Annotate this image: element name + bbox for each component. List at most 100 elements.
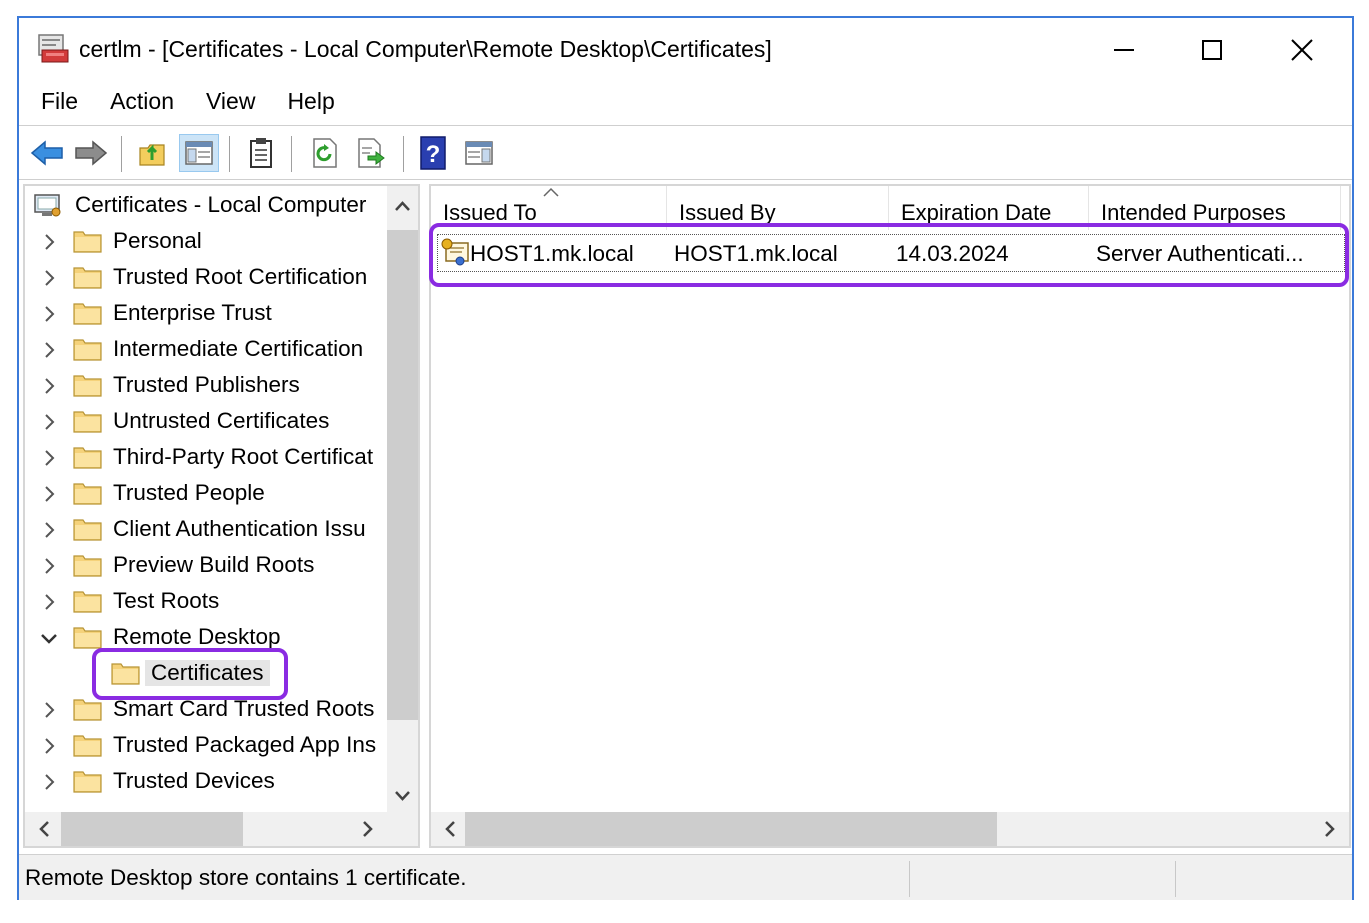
tree-item-label: Trusted Root Certification (113, 264, 368, 289)
tree-item-trusted-root-certification[interactable]: Trusted Root Certification (25, 260, 395, 296)
folder-icon (73, 732, 103, 758)
chevron-right-icon[interactable] (39, 374, 59, 398)
column-header-issued-by[interactable]: Issued By (667, 186, 889, 230)
tree-item-remote-desktop[interactable]: Remote Desktop (25, 620, 395, 656)
refresh-button[interactable] (305, 134, 345, 172)
tree-item-personal[interactable]: Personal (25, 224, 395, 260)
tree-horizontal-scrollbar[interactable] (25, 812, 418, 846)
chevron-right-icon[interactable] (39, 338, 59, 362)
tree-root-label: Certificates - Local Computer (75, 192, 367, 217)
show-hide-action-pane-icon (465, 141, 493, 165)
back-icon (30, 140, 63, 166)
chevron-right-icon[interactable] (39, 266, 59, 290)
maximize-button[interactable] (1177, 28, 1247, 72)
tree-item-client-authentication-issu[interactable]: Client Authentication Issu (25, 512, 395, 548)
toolbar-separator (229, 136, 230, 172)
table-row[interactable]: HOST1.mk.local HOST1.mk.local 14.03.2024… (437, 234, 1345, 272)
tree-item-label: Personal (113, 228, 202, 253)
scroll-down-arrow-icon[interactable] (387, 780, 418, 810)
chevron-right-icon[interactable] (39, 770, 59, 794)
tree-item-label: Untrusted Certificates (113, 408, 330, 433)
tree-item-test-roots[interactable]: Test Roots (25, 584, 395, 620)
tree-item-trusted-people[interactable]: Trusted People (25, 476, 395, 512)
tree-item-certificates-child[interactable]: Certificates (25, 656, 395, 692)
cell-intended-purposes: Server Authenticati... (1096, 241, 1304, 266)
forward-button[interactable] (71, 134, 111, 172)
tree-item-label: Test Roots (113, 588, 220, 613)
help-button[interactable]: ? (413, 134, 453, 172)
tree-item-intermediate-certification[interactable]: Intermediate Certification (25, 332, 395, 368)
column-header-issued-to[interactable]: Issued To (431, 186, 667, 230)
tree-root[interactable]: Certificates - Local Computer (25, 188, 395, 224)
tree-item-untrusted-certificates[interactable]: Untrusted Certificates (25, 404, 395, 440)
show-hide-tree-icon (185, 141, 213, 165)
tree-item-label: Preview Build Roots (113, 552, 315, 577)
title-bar[interactable]: certlm - [Certificates - Local Computer\… (19, 18, 1352, 80)
scroll-up-arrow-icon[interactable] (387, 192, 418, 222)
tree-item-trusted-devices[interactable]: Trusted Devices (25, 764, 395, 800)
scroll-left-arrow-icon[interactable] (29, 812, 59, 846)
folder-icon (73, 444, 103, 470)
minimize-button[interactable] (1089, 28, 1159, 72)
scroll-right-arrow-icon[interactable] (1315, 812, 1345, 846)
tree-item-label: Smart Card Trusted Roots (113, 696, 375, 721)
chevron-right-icon[interactable] (39, 482, 59, 506)
scroll-left-arrow-icon[interactable] (435, 812, 465, 846)
chevron-right-icon[interactable] (39, 554, 59, 578)
cell-expiration-date: 14.03.2024 (896, 241, 1009, 266)
tree-item-label: Intermediate Certification (113, 336, 364, 361)
folder-icon (73, 624, 103, 650)
tree-item-label: Remote Desktop (113, 624, 281, 649)
certlm-window: certlm - [Certificates - Local Computer\… (17, 16, 1354, 900)
chevron-right-icon[interactable] (39, 590, 59, 614)
folder-icon (73, 336, 103, 362)
certlm-app-icon (36, 32, 70, 64)
menu-help[interactable]: Help (265, 84, 350, 122)
show-hide-tree-button[interactable] (179, 134, 219, 172)
tree-item-smart-card-trusted-roots[interactable]: Smart Card Trusted Roots (25, 692, 395, 728)
show-hide-action-pane-button[interactable] (459, 134, 499, 172)
chevron-down-icon[interactable] (39, 626, 59, 650)
folder-icon (73, 552, 103, 578)
toolbar-divider (19, 179, 1352, 180)
chevron-right-icon[interactable] (39, 734, 59, 758)
tree-item-preview-build-roots[interactable]: Preview Build Roots (25, 548, 395, 584)
scroll-right-arrow-icon[interactable] (353, 812, 383, 846)
menu-file[interactable]: File (19, 84, 94, 122)
tree-vertical-scroll-thumb[interactable] (387, 230, 418, 720)
list-horizontal-scrollbar[interactable] (431, 812, 1349, 846)
tree-item-label: Certificates (145, 660, 270, 686)
folder-icon (73, 696, 103, 722)
tree-vertical-scrollbar[interactable] (387, 186, 418, 812)
console-tree-pane[interactable]: Certificates - Local Computer Personal Tr… (23, 184, 420, 848)
chevron-right-icon[interactable] (39, 410, 59, 434)
folder-icon (73, 300, 103, 326)
close-button[interactable] (1267, 28, 1337, 72)
tree-item-label: Trusted People (113, 480, 265, 505)
up-one-level-button[interactable] (133, 134, 173, 172)
tree-item-trusted-packaged-app-ins[interactable]: Trusted Packaged App Ins (25, 728, 395, 764)
chevron-right-icon[interactable] (39, 302, 59, 326)
export-list-button[interactable] (351, 134, 391, 172)
copy-button[interactable] (241, 134, 281, 172)
certificate-list-pane[interactable]: Issued To Issued By Expiration Date Inte… (429, 184, 1351, 848)
tree-item-trusted-publishers[interactable]: Trusted Publishers (25, 368, 395, 404)
cell-issued-by: HOST1.mk.local (674, 241, 838, 266)
toolbar-separator (403, 136, 404, 172)
tree-horizontal-scroll-thumb[interactable] (61, 812, 243, 846)
computer-cert-icon (33, 192, 63, 218)
folder-icon (73, 480, 103, 506)
chevron-right-icon[interactable] (39, 230, 59, 254)
tree-item-third-party-root-certificat[interactable]: Third-Party Root Certificat (25, 440, 395, 476)
column-header-intended-purposes[interactable]: Intended Purposes (1089, 186, 1341, 230)
list-horizontal-scroll-thumb[interactable] (465, 812, 997, 846)
tree-item-enterprise-trust[interactable]: Enterprise Trust (25, 296, 395, 332)
folder-icon (73, 588, 103, 614)
chevron-right-icon[interactable] (39, 518, 59, 542)
chevron-right-icon[interactable] (39, 446, 59, 470)
menu-view[interactable]: View (184, 84, 271, 122)
chevron-right-icon[interactable] (39, 698, 59, 722)
back-button[interactable] (27, 134, 67, 172)
menu-action[interactable]: Action (88, 84, 190, 122)
column-header-expiration-date[interactable]: Expiration Date (889, 186, 1089, 230)
